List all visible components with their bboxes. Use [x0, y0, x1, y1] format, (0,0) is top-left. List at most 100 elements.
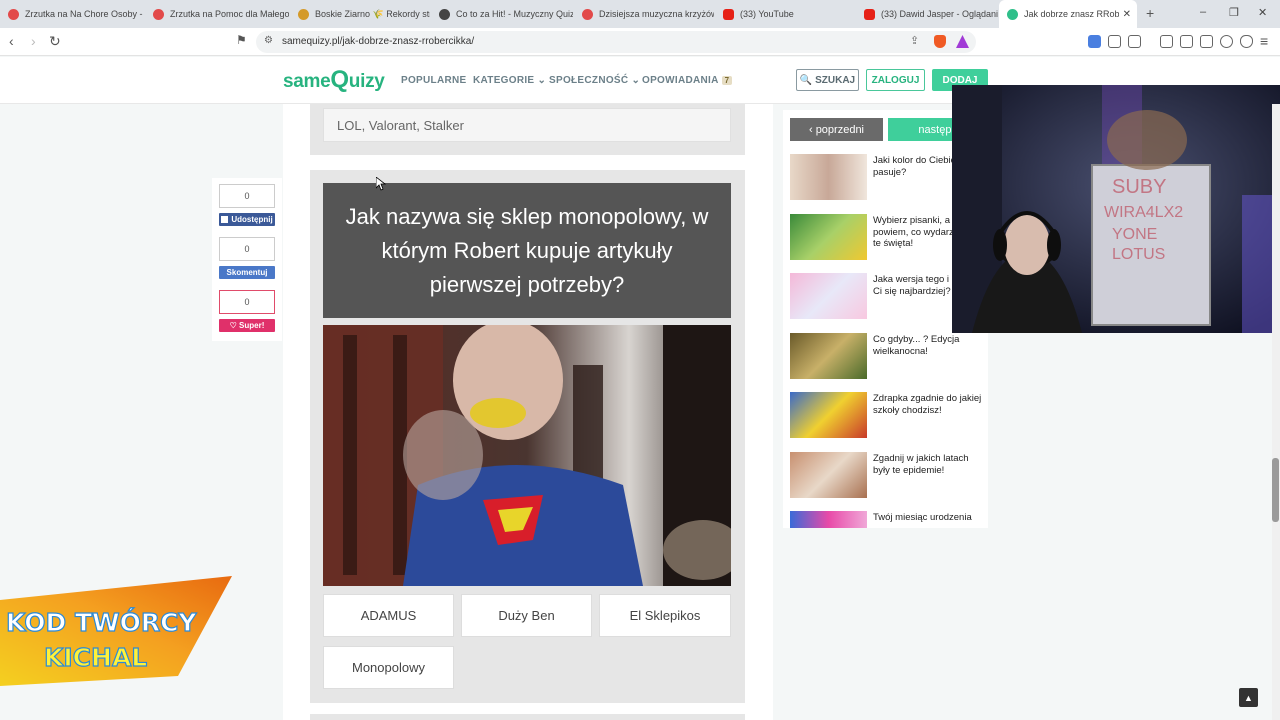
quiz-thumbnail — [790, 452, 867, 498]
facebook-share-button[interactable]: Udostępnij — [219, 213, 275, 226]
share-count: 0 — [219, 184, 275, 208]
answer-option[interactable]: ADAMUS — [323, 594, 454, 637]
creator-code-graphic: KOD TWÓRCY KICHAL — [0, 576, 232, 686]
menu-icon[interactable]: ≡ — [1260, 33, 1268, 49]
reload-icon[interactable]: ↻ — [49, 33, 61, 50]
search-button[interactable]: 🔍 SZUKAJ — [796, 69, 859, 91]
question-title: Jak nazywa się sklep monopolowy, w który… — [323, 183, 731, 318]
browser-tab[interactable]: (33) Dawid Jasper - Oglądanie — [856, 0, 998, 28]
board-text: SUBY — [1112, 176, 1166, 198]
quiz-thumbnail — [790, 511, 867, 528]
screenshot-icon[interactable] — [1128, 35, 1141, 48]
nav-popularne[interactable]: POPULARNE — [401, 75, 466, 86]
youtube-favicon-icon — [723, 8, 734, 20]
wallet-icon[interactable] — [1200, 35, 1213, 48]
share-label: Udostępnij — [231, 215, 273, 224]
quiz-thumbnail — [790, 333, 867, 379]
nav-kategorie[interactable]: KATEGORIE ⌄ — [473, 75, 546, 86]
browser-tab[interactable]: Zrzutka na Pomoc dla Małego — [145, 0, 289, 28]
tab-title: Dzisiejsza muzyczna krzyżówk — [599, 9, 714, 19]
tab-title: (33) Dawid Jasper - Oglądanie — [881, 9, 998, 19]
answer-option[interactable]: Monopolowy — [323, 646, 454, 689]
sidebar-quiz-item[interactable]: Zgadnij w jakich latach były te epidemie… — [790, 452, 985, 498]
browser-tab[interactable]: Zrzutka na Na Chore Osoby - R — [0, 0, 144, 28]
forward-icon[interactable]: › — [31, 33, 36, 49]
new-tab-button[interactable]: + — [1146, 5, 1154, 21]
quiz-thumbnail — [790, 154, 867, 200]
board-text: WIRA4LX2 — [1104, 204, 1183, 221]
close-window-icon[interactable]: ✕ — [1258, 6, 1267, 19]
translate-icon[interactable] — [1088, 35, 1101, 48]
kick-favicon-icon — [298, 8, 309, 20]
comment-button[interactable]: Skomentuj — [219, 266, 275, 279]
login-button[interactable]: ZALOGUJ — [866, 69, 925, 91]
sidebar-icon[interactable] — [1180, 35, 1193, 48]
vpn-icon[interactable] — [1240, 35, 1253, 48]
browser-tab[interactable]: Co to za Hit! - Muzyczny Quiz — [431, 0, 573, 28]
scroll-to-top-button[interactable]: ▲ — [1239, 688, 1258, 707]
sidebar-quiz-item[interactable]: Zdrapka zgadnie do jakiej szkoły chodzis… — [790, 392, 985, 438]
previous-answer[interactable]: LOL, Valorant, Stalker — [323, 108, 731, 142]
creator-code-label: KOD TWÓRCY — [6, 607, 197, 637]
comment-count: 0 — [219, 237, 275, 261]
like-count: 0 — [219, 290, 275, 314]
answer-option[interactable]: Duży Ben — [461, 594, 592, 637]
super-like-button[interactable]: ♡ Super! — [219, 319, 275, 332]
browser-toolbar: ‹ › ↻ ⚑ ⚙ samequizy.pl/jak-dobrze-znasz-… — [0, 28, 1280, 56]
logo-part: Q — [330, 66, 349, 93]
music-icon[interactable] — [1160, 35, 1173, 48]
leo-ai-icon[interactable] — [1220, 35, 1233, 48]
page-scrollbar[interactable] — [1272, 104, 1280, 720]
logo-part: same — [283, 71, 331, 92]
minimize-icon[interactable]: – — [1200, 6, 1206, 18]
samequizy-favicon-icon — [1007, 8, 1018, 20]
nav-opowiadania[interactable]: OPOWIADANIA 7 — [642, 75, 733, 86]
quiz-title: Zgadnij w jakich latach były te epidemie… — [873, 453, 969, 476]
answer-option[interactable]: El Sklepikos — [599, 594, 731, 637]
quiz-title: Zdrapka zgadnie do jakiej szkoły chodzis… — [873, 393, 982, 416]
browser-tab[interactable]: Boskie Ziarno 🌾 Rekordy stre — [290, 0, 430, 28]
brave-rewards-icon[interactable] — [956, 35, 969, 48]
quiz-favicon-icon — [439, 8, 450, 20]
board-text: YONE — [1112, 226, 1157, 243]
quiz-thumbnail — [790, 273, 867, 319]
creator-code-banner: KOD TWÓRCY KICHAL — [0, 572, 240, 690]
zrzutka-favicon-icon — [153, 8, 164, 20]
nav-spolecznosc[interactable]: SPOŁECZNOŚĆ ⌄ — [549, 75, 640, 86]
address-bar[interactable]: ⚙ samequizy.pl/jak-dobrze-znasz-rroberci… — [256, 31, 976, 53]
zrzutka-favicon-icon — [8, 8, 19, 20]
webcam-overlay: SUBY WIRA4LX2 YONE LOTUS — [952, 85, 1280, 333]
mouse-cursor-icon — [376, 177, 386, 191]
tab-title: Zrzutka na Pomoc dla Małego — [170, 9, 289, 19]
tab-title: (33) YouTube — [740, 9, 794, 19]
logo-part: uizy — [348, 71, 385, 92]
maximize-icon[interactable]: ❐ — [1229, 6, 1239, 19]
creator-code-value: KICHAL — [44, 643, 147, 672]
quiz-title: Twój miesiąc urodzenia — [873, 512, 972, 523]
scrollbar-thumb[interactable] — [1272, 458, 1279, 522]
nav-opowiadania-label: OPOWIADANIA — [642, 75, 719, 86]
tab-title: Jak dobrze znasz RRobercik — [1024, 9, 1119, 19]
previous-quiz-button[interactable]: ‹ poprzedni — [790, 118, 883, 141]
samequizy-logo[interactable]: sameQuizy — [283, 66, 385, 94]
tab-title: Boskie Ziarno 🌾 Rekordy stre — [315, 8, 430, 19]
browser-tab[interactable]: (33) YouTube — [715, 0, 855, 28]
sidebar-quiz-item[interactable]: Co gdyby... ? Edycja wielkanocna! — [790, 333, 985, 379]
extensions-icon[interactable] — [1108, 35, 1121, 48]
brave-shield-icon[interactable] — [934, 35, 946, 48]
close-tab-icon[interactable]: ✕ — [1123, 9, 1131, 20]
site-info-icon[interactable]: ⚙ — [264, 35, 273, 46]
facebook-icon — [221, 216, 229, 223]
bookmark-icon[interactable]: ⚑ — [236, 33, 247, 47]
sidebar-quiz-item[interactable]: Twój miesiąc urodzenia — [790, 511, 985, 528]
youtube-favicon-icon — [864, 8, 875, 20]
browser-tab[interactable]: Dzisiejsza muzyczna krzyżówk — [574, 0, 714, 28]
back-icon[interactable]: ‹ — [9, 33, 14, 49]
browser-tab-active[interactable]: Jak dobrze znasz RRobercik ✕ — [999, 0, 1137, 28]
crossword-favicon-icon — [582, 8, 593, 20]
question-photo — [323, 325, 731, 586]
share-page-icon[interactable]: ⇪ — [910, 34, 919, 47]
question-image — [323, 325, 731, 586]
quiz-thumbnail — [790, 392, 867, 438]
browser-tab-bar: Zrzutka na Na Chore Osoby - R Zrzutka na… — [0, 0, 1280, 28]
